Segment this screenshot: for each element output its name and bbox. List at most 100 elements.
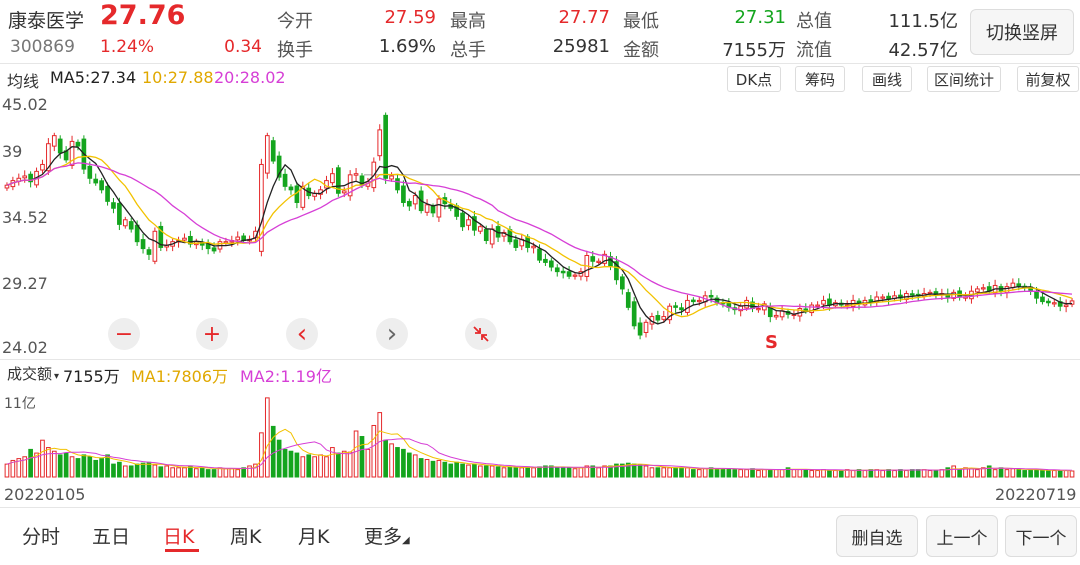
volume-bar [507, 466, 513, 478]
kline-chart[interactable] [0, 92, 1080, 354]
candle-body [134, 224, 140, 243]
reset-view-button[interactable] [465, 318, 497, 350]
stock-name: 康泰医学 [8, 10, 85, 32]
volume-bar [259, 432, 264, 478]
candle-body [235, 236, 241, 241]
turnover-value: 1.69% [378, 36, 436, 57]
low-label: 最低 [623, 11, 659, 32]
scroll-right-button[interactable]: › [376, 318, 408, 350]
candle-body [596, 260, 602, 263]
candle-body [1046, 300, 1051, 304]
volume-bar [223, 468, 229, 478]
volume-bar [495, 466, 501, 478]
header-divider [0, 63, 1080, 64]
volume-bar [1028, 469, 1033, 478]
scroll-left-button[interactable]: ‹ [286, 318, 318, 350]
candle-body [424, 204, 430, 213]
candle-body [377, 129, 383, 157]
tab-five-day[interactable]: 五日 [92, 522, 130, 549]
volume-type-selector[interactable]: 成交额 ▾ [7, 363, 59, 384]
volume-bar [714, 468, 720, 478]
candle-body [572, 274, 578, 277]
tab-intraday[interactable]: 分时 [22, 522, 60, 549]
ma-label[interactable]: 均线 [7, 68, 39, 92]
high-value: 27.77 [558, 7, 610, 28]
volume-bar [341, 450, 347, 478]
candle-body [330, 173, 335, 184]
volume-bar [152, 464, 158, 478]
tab-more[interactable]: 更多◢ [364, 522, 410, 549]
volume-bar [696, 469, 702, 478]
candle-body [696, 299, 702, 303]
volume-bar [921, 469, 927, 478]
candle-body [643, 321, 649, 333]
volume-bar [815, 470, 820, 478]
range-stats-button[interactable]: 区间统计 [927, 66, 1001, 92]
volume-bar [803, 469, 809, 478]
volume-bar [294, 452, 300, 478]
volume-bar [140, 462, 146, 478]
volume-bar [489, 465, 495, 478]
switch-portrait-button[interactable]: 切换竖屏 [970, 9, 1074, 55]
volume-bar [892, 470, 897, 478]
volume-bar [69, 456, 75, 478]
forward-adjust-button[interactable]: 前复权 [1017, 66, 1079, 92]
candle-body [909, 293, 915, 296]
candle-body [815, 304, 820, 307]
remove-watchlist-button[interactable]: 删自选 [836, 515, 918, 557]
volume-bar [643, 465, 649, 478]
amount-value: 7155万 [722, 40, 786, 61]
candle-body [1063, 304, 1069, 308]
volume-bar [117, 461, 122, 478]
volume-ma1: MA1:7806万 [131, 367, 229, 386]
zoom-out-button[interactable]: − [108, 318, 140, 350]
volume-bar [1034, 469, 1039, 478]
volume-bar [501, 467, 507, 478]
collapse-arrows-icon [473, 326, 489, 342]
tab-daily-k[interactable]: 日K [163, 522, 194, 549]
volume-bar [347, 451, 353, 478]
volume-bar [951, 465, 957, 478]
candle-body [1034, 291, 1039, 299]
volume-bar [371, 424, 377, 478]
next-stock-button[interactable]: 下一个 [1005, 515, 1077, 557]
volume-bar [40, 439, 45, 478]
candle-body [554, 267, 560, 273]
ma20-legend: 20:28.02 [214, 68, 286, 87]
volume-bar [537, 466, 542, 478]
volume-bar [365, 448, 371, 478]
volume-bar [318, 454, 323, 478]
volume-bar [276, 439, 282, 478]
volume-bar [531, 467, 536, 478]
volume-bar [353, 430, 359, 478]
zoom-in-button[interactable]: + [196, 318, 228, 350]
volume-bar [691, 469, 696, 478]
previous-stock-button[interactable]: 上一个 [926, 515, 998, 557]
candle-body [4, 184, 10, 189]
volume-bar [335, 452, 341, 478]
candle-body [182, 237, 187, 241]
volume-bar [862, 470, 868, 478]
volume-bar [199, 467, 205, 478]
candle-body [288, 186, 294, 191]
volume-bar [975, 469, 980, 478]
volume-chart[interactable] [0, 385, 1080, 480]
candle-body [708, 294, 714, 298]
candle-body [773, 314, 779, 318]
volume-bar [596, 467, 602, 478]
tab-monthly-k[interactable]: 月K [298, 522, 329, 549]
draw-line-button[interactable]: 画线 [862, 66, 912, 92]
volume-bar [915, 469, 921, 478]
volume-bar [105, 454, 110, 478]
volume-bar [466, 464, 471, 478]
candle-body [691, 299, 696, 303]
volume-bar [63, 452, 69, 478]
candle-body [756, 308, 761, 311]
volume-bar [779, 469, 785, 478]
candle-body [412, 195, 418, 205]
volume-bar [229, 468, 235, 478]
dk-point-button[interactable]: DK点 [727, 66, 781, 92]
candle-body [483, 228, 489, 242]
chips-button[interactable]: 筹码 [795, 66, 845, 92]
tab-weekly-k[interactable]: 周K [230, 522, 261, 549]
